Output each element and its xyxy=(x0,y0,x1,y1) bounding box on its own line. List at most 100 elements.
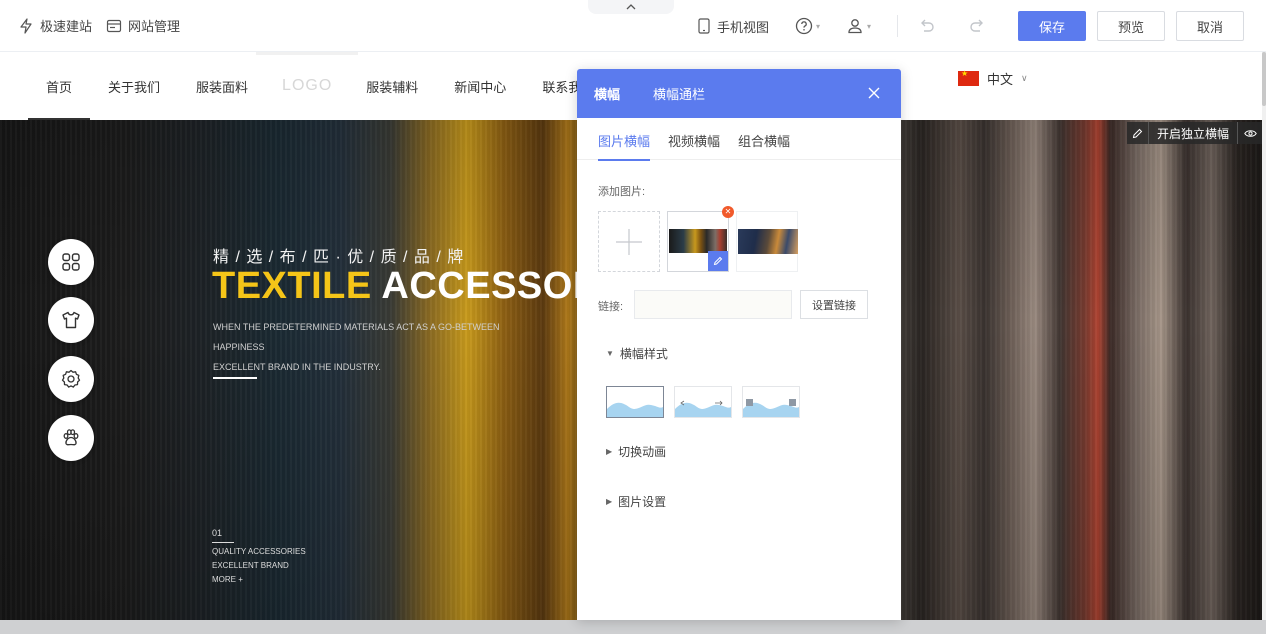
chevron-down-icon: ▾ xyxy=(815,21,820,31)
china-flag-icon xyxy=(958,69,979,86)
editor-root: 极速建站 网站管理 手机视图 ▾ ▾ 保存 预览 取消 首页 关于我们 服装面料… xyxy=(0,0,1266,634)
lightning-icon xyxy=(20,17,32,34)
eye-icon xyxy=(1243,129,1257,137)
help-dropdown[interactable]: ▾ xyxy=(795,17,820,35)
tab-banner-full-width[interactable]: 横幅通栏 xyxy=(653,84,705,103)
independent-banner-toggle[interactable]: 开启独立横幅 xyxy=(1149,122,1238,144)
section-title: 切换动画 xyxy=(618,445,667,459)
nav-item-news[interactable]: 新闻中心 xyxy=(436,52,524,120)
set-link-button[interactable]: 设置链接 xyxy=(800,290,868,319)
hero-title: TEXTILE ACCESSOR xyxy=(212,265,601,308)
banner-type-tabs: 图片横幅 视频横幅 组合横幅 xyxy=(598,131,901,161)
hero-title-rest: ACCESSOR xyxy=(381,265,601,307)
banner-image-thumbnail[interactable] xyxy=(736,211,798,272)
hero-description: WHEN THE PREDETERMINED MATERIALS ACT AS … xyxy=(213,317,553,377)
wave-arrows-preview-icon xyxy=(675,400,731,417)
cancel-button[interactable]: 取消 xyxy=(1176,11,1244,41)
language-selector[interactable]: 中文 ∨ xyxy=(958,69,1028,88)
tab-banner[interactable]: 横幅 xyxy=(594,84,620,103)
next-section-edge xyxy=(0,620,1266,634)
save-button[interactable]: 保存 xyxy=(1018,11,1086,41)
nav-item-accessories[interactable]: 服装辅料 xyxy=(348,52,436,120)
hero-feature-item: EXCELLENT BRAND xyxy=(212,561,289,570)
remove-image-icon[interactable]: ✕ xyxy=(722,206,734,218)
hero-description-line: WHEN THE PREDETERMINED MATERIALS ACT AS … xyxy=(213,322,500,352)
pet-paw-button[interactable] xyxy=(48,415,94,461)
site-logo-placeholder[interactable]: LOGO xyxy=(256,52,359,120)
quick-build-button[interactable]: 极速建站 xyxy=(18,16,92,35)
banner-image-thumbnail[interactable]: ✕ xyxy=(667,206,734,272)
panel-header: 横幅 横幅通栏 xyxy=(577,69,901,118)
hero-description-line: EXCELLENT BRAND IN THE INDUSTRY. xyxy=(213,362,381,372)
chevron-down-icon: ∨ xyxy=(1021,73,1028,83)
window-icon xyxy=(106,19,122,32)
hero-divider xyxy=(213,377,257,379)
banner-toolbar: 开启独立横幅 xyxy=(1126,122,1262,144)
hero-title-highlight: TEXTILE xyxy=(212,265,372,307)
editor-toolbar: 极速建站 网站管理 手机视图 ▾ ▾ 保存 预览 取消 xyxy=(0,0,1266,52)
banner-visibility-button[interactable] xyxy=(1238,122,1262,144)
hero-feature-item: QUALITY ACCESSORIES xyxy=(212,547,306,556)
paw-icon xyxy=(63,429,79,446)
edit-image-button[interactable] xyxy=(708,251,728,271)
page-scrollbar[interactable] xyxy=(1262,52,1266,620)
mobile-view-button[interactable]: 手机视图 xyxy=(697,17,769,36)
redo-icon[interactable] xyxy=(968,17,986,35)
user-dropdown[interactable]: ▾ xyxy=(846,17,871,35)
settings-button[interactable] xyxy=(48,356,94,402)
banner-style-option[interactable] xyxy=(742,386,800,418)
chevron-down-icon: ▾ xyxy=(866,21,871,31)
plus-icon xyxy=(616,228,642,255)
preview-button[interactable]: 预览 xyxy=(1097,11,1165,41)
slide-index: 01 xyxy=(212,528,223,538)
nav-item-home[interactable]: 首页 xyxy=(28,52,91,120)
thumbnail-image xyxy=(738,229,798,254)
tab-combo-banner[interactable]: 组合横幅 xyxy=(738,131,790,159)
section-title: 横幅样式 xyxy=(619,347,668,361)
nav-item-fabrics[interactable]: 服装面料 xyxy=(178,52,266,120)
caret-down-icon: ▼ xyxy=(606,349,614,358)
section-banner-style[interactable]: ▼ 横幅样式 xyxy=(606,345,668,362)
close-icon[interactable] xyxy=(867,86,881,100)
scrollbar-thumb[interactable] xyxy=(1262,52,1266,106)
tab-video-banner[interactable]: 视频横幅 xyxy=(668,131,720,159)
nav-item-about[interactable]: 关于我们 xyxy=(90,52,178,120)
user-icon xyxy=(848,19,862,34)
link-label: 链接: xyxy=(598,301,624,313)
site-manage-label: 网站管理 xyxy=(128,19,181,34)
caret-right-icon: ▶ xyxy=(606,447,613,456)
add-image-button[interactable] xyxy=(598,211,660,272)
add-image-label: 添加图片: xyxy=(598,186,646,198)
toolbar-divider xyxy=(897,15,898,37)
banner-style-option[interactable] xyxy=(674,386,732,418)
pencil-icon xyxy=(713,256,723,266)
section-title: 图片设置 xyxy=(618,495,667,509)
section-image-settings[interactable]: ▶ 图片设置 xyxy=(606,493,666,510)
gear-icon xyxy=(61,369,81,388)
chevron-up-icon xyxy=(626,4,636,10)
caret-right-icon: ▶ xyxy=(606,497,613,506)
undo-icon[interactable] xyxy=(918,17,936,35)
hero-subtitle: 精 / 选 / 布 / 匹 · 优 / 质 / 品 / 牌 xyxy=(213,249,465,266)
thumbnail-image xyxy=(669,229,727,253)
wave-boxes-preview-icon xyxy=(743,399,799,417)
language-label: 中文 xyxy=(987,72,1014,87)
pencil-icon xyxy=(1132,128,1143,138)
site-manage-button[interactable]: 网站管理 xyxy=(106,16,180,35)
banner-settings-panel: 横幅 横幅通栏 图片横幅 视频横幅 组合横幅 添加图片: ✕ 链接: 设置链接 xyxy=(577,69,901,620)
apps-grid-button[interactable] xyxy=(48,239,94,285)
link-input[interactable] xyxy=(634,290,792,319)
quick-build-label: 极速建站 xyxy=(40,19,93,34)
hero-more-link[interactable]: MORE + xyxy=(212,573,306,587)
banner-edit-button[interactable] xyxy=(1127,122,1149,144)
banner-style-option[interactable] xyxy=(606,386,664,418)
tshirt-icon xyxy=(62,311,80,329)
hero-feature-list: QUALITY ACCESSORIES EXCELLENT BRAND MORE… xyxy=(212,545,306,587)
grid-icon xyxy=(62,253,80,271)
section-transition-animation[interactable]: ▶ 切换动画 xyxy=(606,443,666,460)
apparel-button[interactable] xyxy=(48,297,94,343)
tab-image-banner[interactable]: 图片横幅 xyxy=(598,131,651,161)
toolbar-collapse-handle[interactable] xyxy=(588,0,674,14)
help-icon xyxy=(795,17,813,35)
mobile-view-label: 手机视图 xyxy=(716,19,769,35)
